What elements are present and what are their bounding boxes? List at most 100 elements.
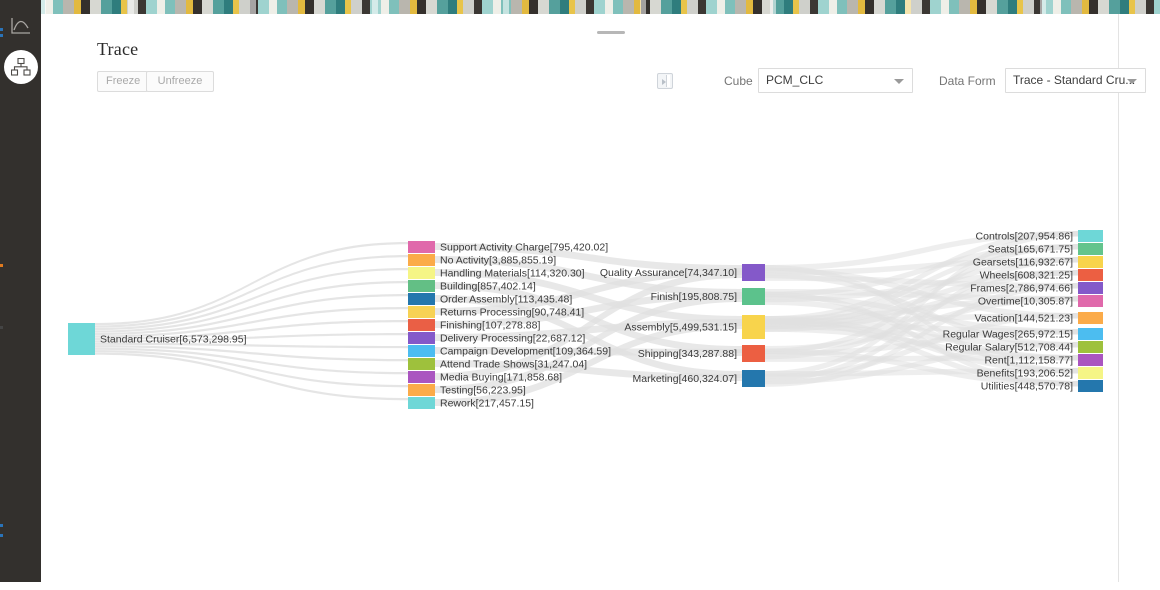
sankey-node-label: Utilities[448,570.78] — [981, 381, 1073, 393]
sankey-node[interactable]: Wheels[608,321.25] — [980, 269, 1103, 282]
sankey-node-label: No Activity[3,885,855.19] — [440, 255, 556, 267]
sankey-node-rect[interactable] — [408, 332, 435, 344]
sankey-node[interactable]: Attend Trade Shows[31,247.04] — [408, 358, 587, 371]
sankey-node-rect[interactable] — [1078, 367, 1103, 379]
sankey-node-rect[interactable] — [408, 384, 435, 396]
sankey-node-label: Frames[2,786,974.66] — [970, 283, 1073, 295]
sankey-node-label: Rent[1,112,158.77] — [984, 355, 1073, 367]
sankey-node[interactable]: Handling Materials[114,320.30] — [408, 267, 585, 280]
chevron-down-icon — [894, 79, 904, 84]
cube-select-value: PCM_CLC — [766, 73, 824, 87]
sankey-node[interactable]: Finish[195,808.75] — [651, 288, 765, 305]
sankey-node-rect[interactable] — [408, 254, 435, 266]
sidebar-item-analytics[interactable] — [5, 10, 37, 42]
sankey-node-label: Overtime[10,305.87] — [978, 296, 1073, 308]
sankey-node[interactable]: Regular Salary[512,708.44] — [945, 341, 1103, 354]
freeze-button[interactable]: Freeze — [97, 71, 148, 92]
data-form-select[interactable]: Trace - Standard Cru... — [1005, 68, 1146, 93]
sankey-node-label: Support Activity Charge[795,420.02] — [440, 242, 608, 254]
sankey-node[interactable]: Media Buying[171,858.68] — [408, 371, 562, 384]
sankey-node-rect[interactable] — [408, 345, 435, 357]
panel-edge — [666, 75, 670, 87]
sankey-node-rect[interactable] — [1078, 230, 1103, 242]
sankey-node-rect[interactable] — [742, 264, 765, 281]
sankey-node-rect[interactable] — [408, 358, 435, 370]
sankey-node-rect[interactable] — [742, 288, 765, 305]
sankey-node-rect[interactable] — [408, 241, 435, 253]
sankey-node-rect[interactable] — [408, 306, 435, 318]
sankey-node[interactable]: Rework[217,457.15] — [408, 397, 534, 410]
hierarchy-icon — [11, 58, 31, 76]
sankey-node[interactable]: Finishing[107,278.88] — [408, 319, 540, 332]
sankey-node[interactable]: Testing[56,223.95] — [408, 384, 526, 397]
sankey-node-rect[interactable] — [1078, 341, 1103, 353]
sankey-node-label: Vacation[144,521.23] — [975, 313, 1074, 325]
sankey-node-rect[interactable] — [742, 370, 765, 387]
sankey-node-label: Standard Cruiser[6,573,298.95] — [100, 334, 247, 346]
sankey-node[interactable]: Utilities[448,570.78] — [981, 380, 1103, 393]
sankey-node-label: Regular Salary[512,708.44] — [945, 342, 1073, 354]
sankey-node[interactable]: Regular Wages[265,972.15] — [943, 328, 1103, 341]
sankey-node-rect[interactable] — [408, 280, 435, 292]
sankey-node-rect[interactable] — [408, 371, 435, 383]
sankey-node[interactable]: No Activity[3,885,855.19] — [408, 254, 556, 267]
sankey-canvas: Standard Cruiser[6,573,298.95] Support Ac… — [68, 230, 1103, 410]
sankey-node-rect[interactable] — [1078, 380, 1103, 392]
sankey-node[interactable]: Vacation[144,521.23] — [975, 312, 1103, 325]
sankey-node-label: Attend Trade Shows[31,247.04] — [440, 359, 587, 371]
sankey-node-rect[interactable] — [1078, 295, 1103, 307]
sankey-node-rect[interactable] — [1078, 328, 1103, 340]
sankey-node[interactable]: Gearsets[116,932.67] — [973, 256, 1103, 269]
page-title: Trace — [97, 39, 139, 59]
unfreeze-button[interactable]: Unfreeze — [146, 71, 214, 92]
sankey-node-rect[interactable] — [742, 345, 765, 362]
sankey-node-label: Returns Processing[90,748.41] — [440, 307, 584, 319]
data-form-label: Data Form — [939, 74, 996, 88]
sankey-node-label: Campaign Development[109,364.59] — [440, 346, 611, 358]
sankey-node-label: Shipping[343,287.88] — [638, 348, 737, 360]
sankey-node-rect[interactable] — [742, 315, 765, 339]
trace-panel: Trace Freeze Unfreeze Cube PCM_CLC Data … — [41, 14, 1146, 582]
cube-select[interactable]: PCM_CLC — [758, 68, 913, 93]
sankey-node-rect[interactable] — [408, 397, 435, 409]
sankey-node-rect[interactable] — [68, 323, 95, 355]
sankey-node[interactable]: Returns Processing[90,748.41] — [408, 306, 584, 319]
analytics-icon — [11, 18, 30, 34]
sankey-node-label: Testing[56,223.95] — [440, 385, 526, 397]
sankey-node-label: Gearsets[116,932.67] — [973, 257, 1073, 269]
panel-drag-handle[interactable] — [597, 31, 625, 34]
sankey-node[interactable]: Order Assembly[113,435.48] — [408, 293, 572, 306]
sankey-node[interactable]: Shipping[343,287.88] — [638, 345, 765, 362]
sankey-node[interactable]: Benefits[193,206.52] — [977, 367, 1103, 380]
sankey-node-rect[interactable] — [1078, 354, 1103, 366]
sankey-node-rect[interactable] — [1078, 282, 1103, 294]
sankey-node[interactable]: Building[857,402.14] — [408, 280, 536, 293]
sankey-node-label: Building[857,402.14] — [440, 281, 536, 293]
sankey-node-label: Rework[217,457.15] — [440, 398, 534, 410]
sankey-node-rect[interactable] — [1078, 256, 1103, 268]
sankey-node-label: Marketing[460,324.07] — [633, 373, 738, 385]
sankey-node[interactable]: Rent[1,112,158.77] — [984, 354, 1103, 367]
sankey-node-rect[interactable] — [408, 319, 435, 331]
sankey-node-rect[interactable] — [1078, 243, 1103, 255]
trace-app: Trace Freeze Unfreeze Cube PCM_CLC Data … — [0, 0, 1160, 590]
sankey-node[interactable]: Seats[165,671.75] — [988, 243, 1103, 256]
sankey-node-rect[interactable] — [408, 293, 435, 305]
sankey-node-rect[interactable] — [408, 267, 435, 279]
sankey-node[interactable]: Frames[2,786,974.66] — [970, 282, 1103, 295]
sankey-node-label: Quality Assurance[74,347.10] — [600, 267, 737, 279]
sidebar-item-model[interactable] — [4, 50, 38, 84]
sankey-node[interactable]: Marketing[460,324.07] — [633, 370, 766, 387]
sankey-node-label: Order Assembly[113,435.48] — [440, 294, 572, 306]
expand-panel-icon[interactable] — [657, 73, 673, 89]
sankey-node-rect[interactable] — [1078, 312, 1103, 324]
sankey-node-label: Wheels[608,321.25] — [980, 270, 1073, 282]
chevron-down-icon — [1127, 79, 1137, 84]
sankey-node-label: Media Buying[171,858.68] — [440, 372, 562, 384]
sankey-node[interactable]: Controls[207,954.86] — [976, 230, 1103, 243]
sankey-node-label: Controls[207,954.86] — [976, 231, 1074, 243]
sankey-node-rect[interactable] — [1078, 269, 1103, 281]
sankey-diagram: Standard Cruiser[6,573,298.95] Support Ac… — [41, 96, 1119, 552]
sankey-node[interactable]: Delivery Processing[22,687.12] — [408, 332, 585, 345]
sankey-node[interactable]: Overtime[10,305.87] — [978, 295, 1103, 308]
